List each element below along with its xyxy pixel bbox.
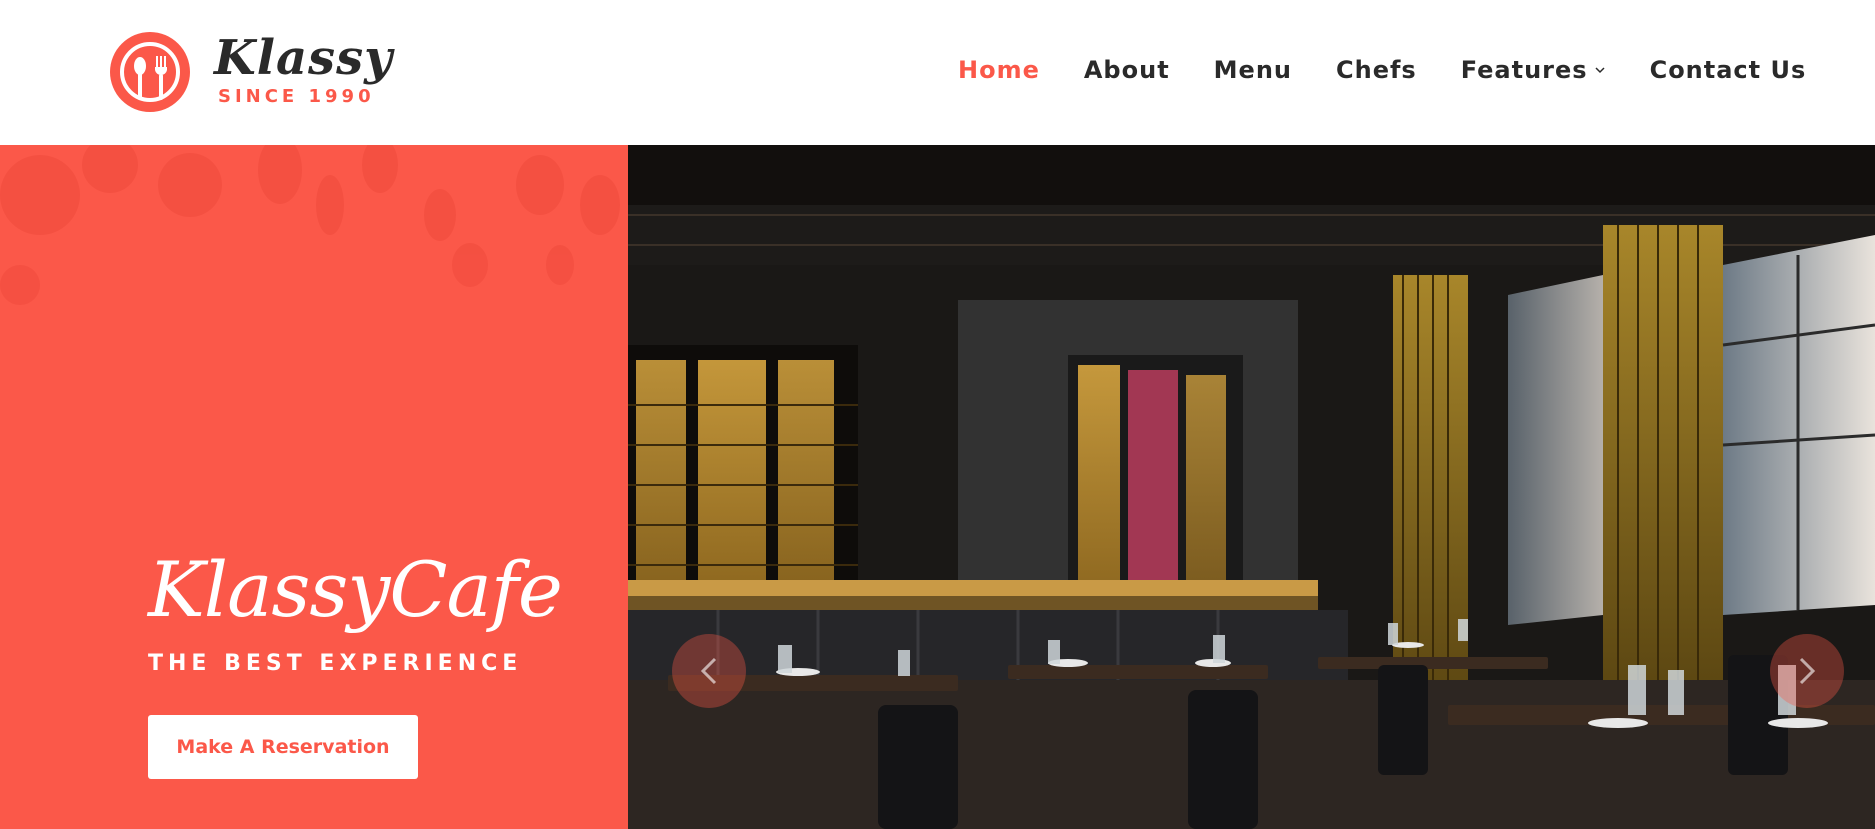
- nav-features-label: Features: [1460, 56, 1588, 84]
- chevron-right-icon: [1799, 657, 1816, 685]
- hero-tagline: THE BEST EXPERIENCE: [148, 651, 523, 676]
- restaurant-logo-icon: [110, 32, 190, 112]
- site-header: Klassy SINCE 1990 Home About Menu Chefs …: [0, 0, 1875, 145]
- nav-chefs[interactable]: Chefs: [1336, 56, 1417, 84]
- nav-contact[interactable]: Contact Us: [1650, 56, 1807, 84]
- chevron-down-icon: [1595, 67, 1605, 74]
- restaurant-interior-image: [628, 145, 1875, 829]
- logo-since-text: SINCE 1990: [218, 86, 375, 107]
- nav-about[interactable]: About: [1084, 56, 1170, 84]
- hero-title: KlassyCafe: [148, 545, 563, 634]
- main-nav: Home About Menu Chefs Features Contact U…: [958, 52, 1806, 88]
- slider-next-button[interactable]: [1770, 634, 1844, 708]
- hero-restaurant-photo: [628, 145, 1875, 829]
- floral-decoration: [0, 145, 620, 305]
- site-logo[interactable]: Klassy SINCE 1990: [108, 28, 392, 118]
- nav-features[interactable]: Features: [1461, 56, 1606, 84]
- hero-left-panel: KlassyCafe THE BEST EXPERIENCE Make A Re…: [0, 145, 628, 829]
- nav-menu[interactable]: Menu: [1214, 56, 1292, 84]
- logo-wordmark: Klassy: [214, 30, 393, 86]
- chevron-left-icon: [700, 657, 717, 685]
- make-reservation-button[interactable]: Make A Reservation: [148, 715, 418, 779]
- nav-home[interactable]: Home: [958, 56, 1040, 84]
- slider-prev-button[interactable]: [672, 634, 746, 708]
